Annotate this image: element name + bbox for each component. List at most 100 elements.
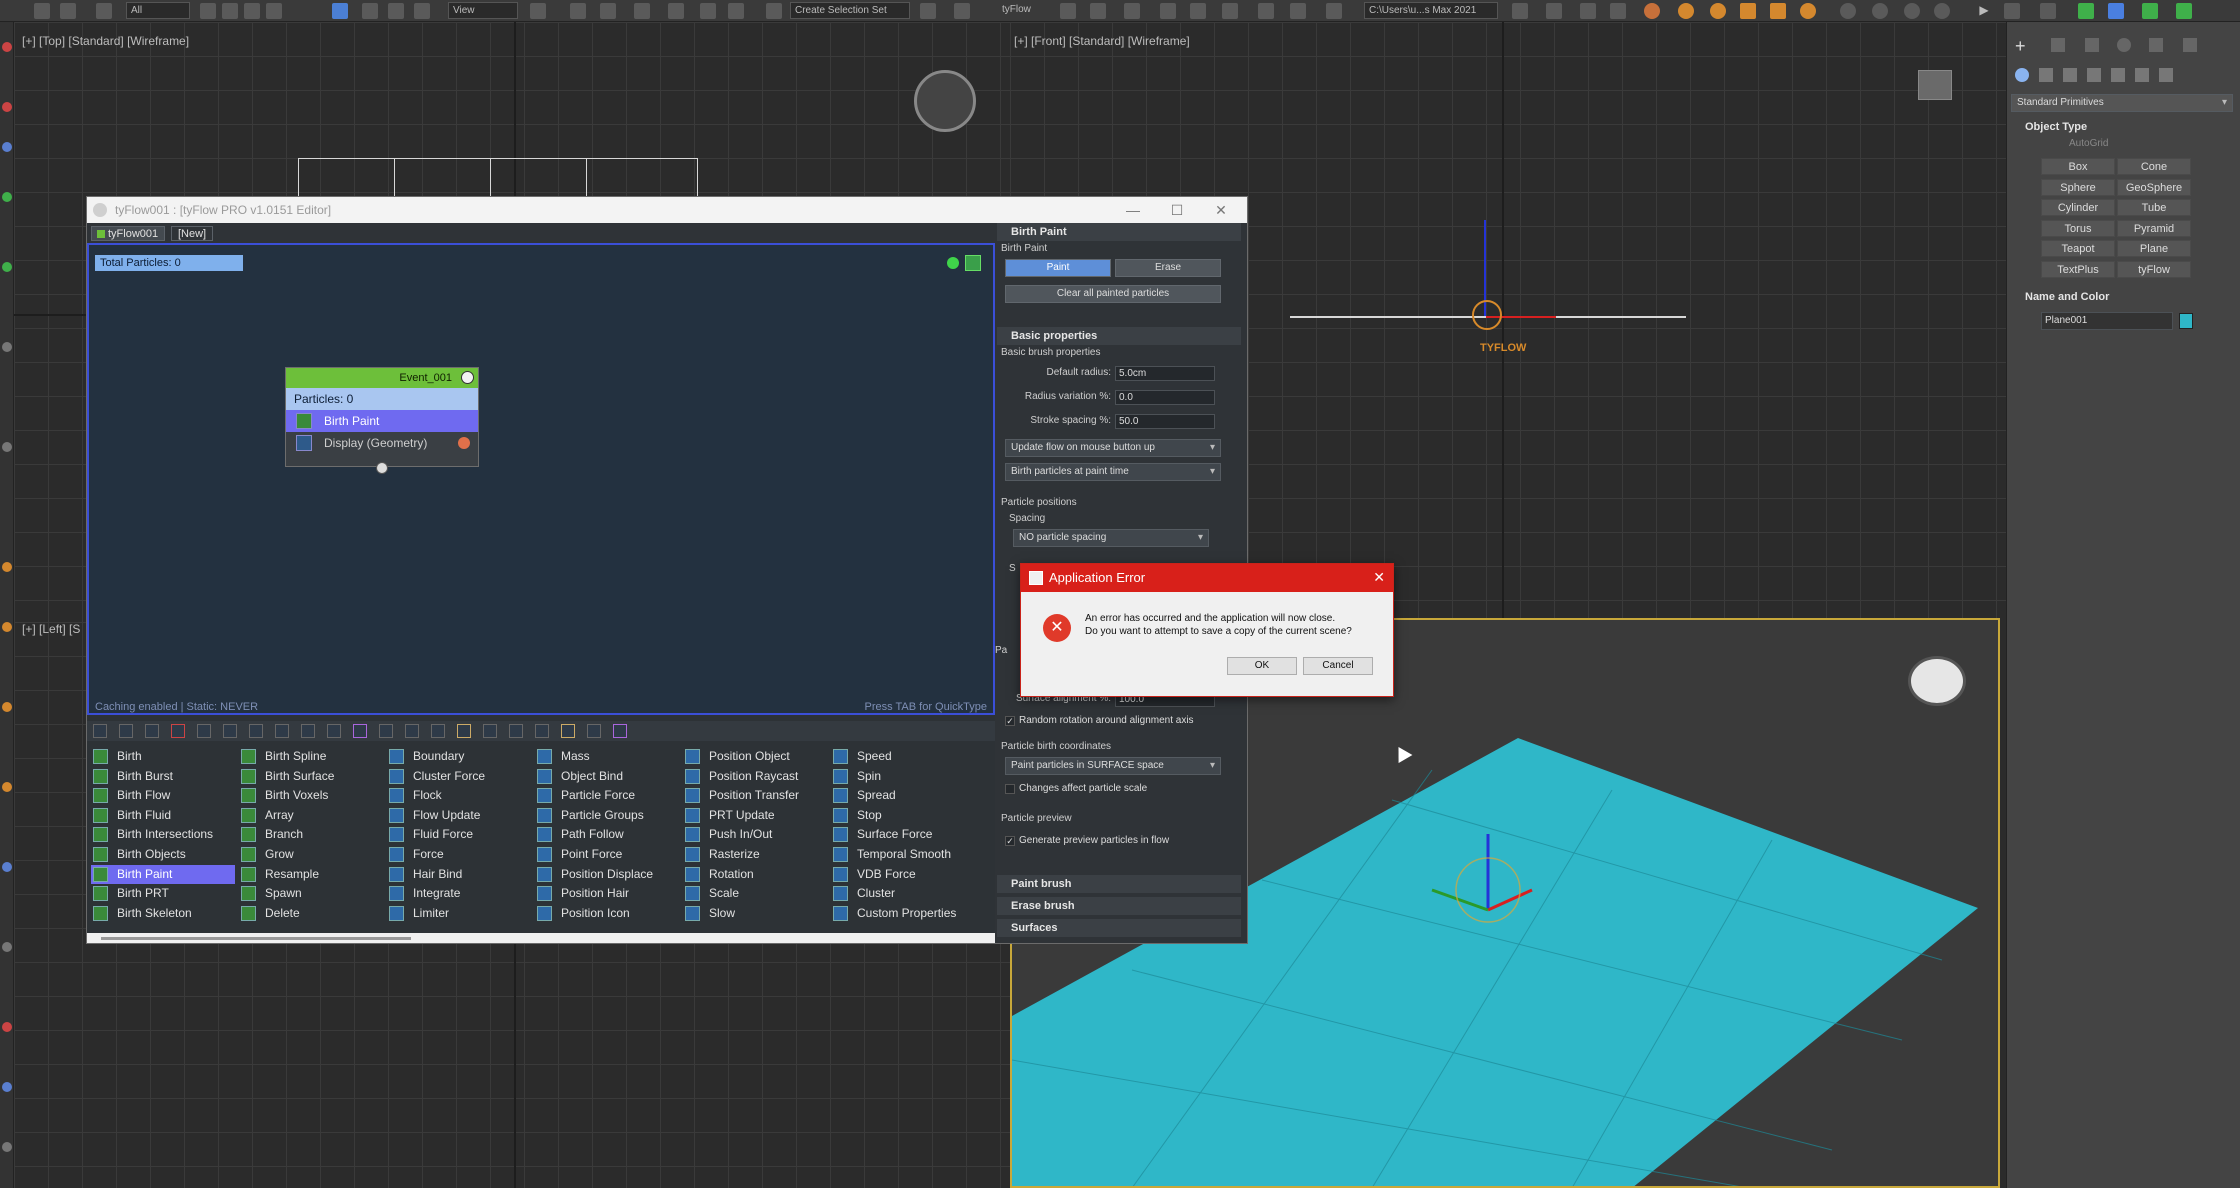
angle-snap-icon[interactable] (668, 3, 684, 19)
operator-custom-properties[interactable]: Custom Properties (831, 904, 975, 923)
toolbar-icon[interactable] (197, 724, 211, 738)
viewport-left-label[interactable]: [+] [Left] [S (22, 622, 80, 636)
operator-cluster[interactable]: Cluster (831, 884, 975, 903)
operator-force[interactable]: Force (387, 845, 531, 864)
stop-icon[interactable] (2004, 3, 2020, 19)
birth-time-dropdown[interactable]: Birth particles at paint time (1005, 463, 1221, 481)
toolbar-icon[interactable] (431, 724, 445, 738)
create-plane-button[interactable]: Plane (2117, 240, 2191, 258)
lights-icon[interactable] (2063, 68, 2077, 82)
operator-birth-paint[interactable]: Birth Paint (91, 864, 235, 884)
red-tool-icon[interactable] (2, 102, 12, 112)
mirror-icon[interactable] (920, 3, 936, 19)
toolbar-icon[interactable] (535, 724, 549, 738)
rotate-icon[interactable] (362, 3, 378, 19)
pivot-icon[interactable] (530, 3, 546, 19)
render-frame-icon[interactable] (1290, 3, 1306, 19)
operator-slow[interactable]: Slow (683, 904, 827, 923)
maximize-button[interactable]: ☐ (1155, 197, 1199, 223)
toolbar-icon[interactable] (353, 724, 367, 738)
operator-array[interactable]: Array (239, 806, 383, 825)
operator-scrollbar[interactable] (87, 933, 995, 943)
generate-preview-checkbox[interactable]: ✓ Generate preview particles in flow (1005, 835, 1169, 846)
checkmark-icon[interactable]: ✓ (1005, 836, 1015, 846)
operator-position-displace[interactable]: Position Displace (535, 865, 679, 884)
container-icon[interactable] (1580, 3, 1596, 19)
operator-spawn[interactable]: Spawn (239, 884, 383, 903)
wire-globe-icon[interactable] (1934, 3, 1950, 19)
operator-position-transfer[interactable]: Position Transfer (683, 786, 827, 805)
operator-resample[interactable]: Resample (239, 865, 383, 884)
toolbar-icon[interactable] (405, 724, 419, 738)
toolbar-icon[interactable] (119, 724, 133, 738)
scene-explorer-icon[interactable] (1060, 3, 1076, 19)
gray-tool-icon[interactable] (2, 1142, 12, 1152)
operator-path-follow[interactable]: Path Follow (535, 825, 679, 844)
operator-birth-flow[interactable]: Birth Flow (91, 786, 235, 805)
create-tyflow-button[interactable]: tyFlow (2117, 261, 2191, 278)
operator-mass[interactable]: Mass (535, 747, 679, 766)
operator-vdb-force[interactable]: VDB Force (831, 865, 975, 884)
ipr-icon[interactable] (1800, 3, 1816, 19)
event-title[interactable]: Event_001 (286, 368, 478, 388)
render-setup-icon[interactable] (1258, 3, 1274, 19)
close-button[interactable]: ✕ (1199, 197, 1243, 223)
operator-birth-objects[interactable]: Birth Objects (91, 845, 235, 864)
operator-speed[interactable]: Speed (831, 747, 975, 766)
percent-snap-icon[interactable] (700, 3, 716, 19)
spinner-snap-icon[interactable] (728, 3, 744, 19)
create-cone-button[interactable]: Cone (2117, 158, 2191, 175)
curve-editor-icon[interactable] (1160, 3, 1176, 19)
cancel-button[interactable]: Cancel (1303, 657, 1373, 675)
section-surfaces[interactable]: Surfaces (997, 919, 1241, 937)
event-node[interactable]: Event_001 Particles: 0 Birth Paint Displ… (285, 367, 479, 474)
blue-tool-icon[interactable] (2, 1082, 12, 1092)
operator-birth-spline[interactable]: Birth Spline (239, 747, 383, 766)
create-cylinder-button[interactable]: Cylinder (2041, 199, 2115, 217)
toolbar-icon[interactable] (483, 724, 497, 738)
link-icon[interactable] (34, 3, 50, 19)
green-tool-icon[interactable] (2, 192, 12, 202)
toolbar-icon[interactable] (145, 724, 159, 738)
utilities-icon[interactable] (2183, 38, 2197, 52)
refresh-icon[interactable] (965, 255, 981, 271)
arnold-icon[interactable] (1644, 3, 1660, 19)
object-name-field[interactable]: Plane001 (2041, 312, 2173, 330)
shading-icon[interactable] (1904, 3, 1920, 19)
operator-delete[interactable]: Delete (239, 904, 383, 923)
render-icon[interactable] (1326, 3, 1342, 19)
space-warps-icon[interactable] (2135, 68, 2149, 82)
close-scene-icon[interactable] (2040, 3, 2056, 19)
operator-birth-skeleton[interactable]: Birth Skeleton (91, 904, 235, 923)
erase-button[interactable]: Erase (1115, 259, 1221, 277)
operator-surface-force[interactable]: Surface Force (831, 825, 975, 844)
changes-scale-checkbox[interactable]: Changes affect particle scale (1005, 783, 1147, 794)
operator-position-icon[interactable]: Position Icon (535, 904, 679, 923)
operator-stop[interactable]: Stop (831, 806, 975, 825)
helpers-icon[interactable] (2111, 68, 2125, 82)
toolbar-icon[interactable] (457, 724, 471, 738)
operator-birth-prt[interactable]: Birth PRT (91, 884, 235, 903)
object-type-rollout[interactable]: Object Type (2011, 118, 2233, 136)
keyboard-shortcut-icon[interactable] (600, 3, 616, 19)
operator-rasterize[interactable]: Rasterize (683, 845, 827, 864)
gray-tool-icon[interactable] (2, 442, 12, 452)
tyflow-title-bar[interactable]: tyFlow001 : [tyFlow PRO v1.0151 Editor] (87, 197, 1247, 223)
operator-limiter[interactable]: Limiter (387, 904, 531, 923)
operator-spread[interactable]: Spread (831, 786, 975, 805)
operator-birth-fluid[interactable]: Birth Fluid (91, 806, 235, 825)
render-light-icon[interactable] (1710, 3, 1726, 19)
align-icon[interactable] (954, 3, 970, 19)
create-sphere-button[interactable]: Sphere (2041, 178, 2115, 196)
blue-tool-icon[interactable] (2, 142, 12, 152)
operator-particle-force[interactable]: Particle Force (535, 786, 679, 805)
motion-icon[interactable] (2117, 38, 2131, 52)
create-geosphere-button[interactable]: GeoSphere (2117, 178, 2191, 196)
operator-prt-update[interactable]: PRT Update (683, 806, 827, 825)
operator-object-bind[interactable]: Object Bind (535, 767, 679, 786)
operator-flow-update[interactable]: Flow Update (387, 806, 531, 825)
green-tool-2-icon[interactable] (2142, 3, 2158, 19)
systems-icon[interactable] (2159, 68, 2173, 82)
toolbar-icon[interactable] (327, 724, 341, 738)
flow-canvas[interactable]: Total Particles: 0 Event_001 Particles: … (87, 243, 995, 715)
